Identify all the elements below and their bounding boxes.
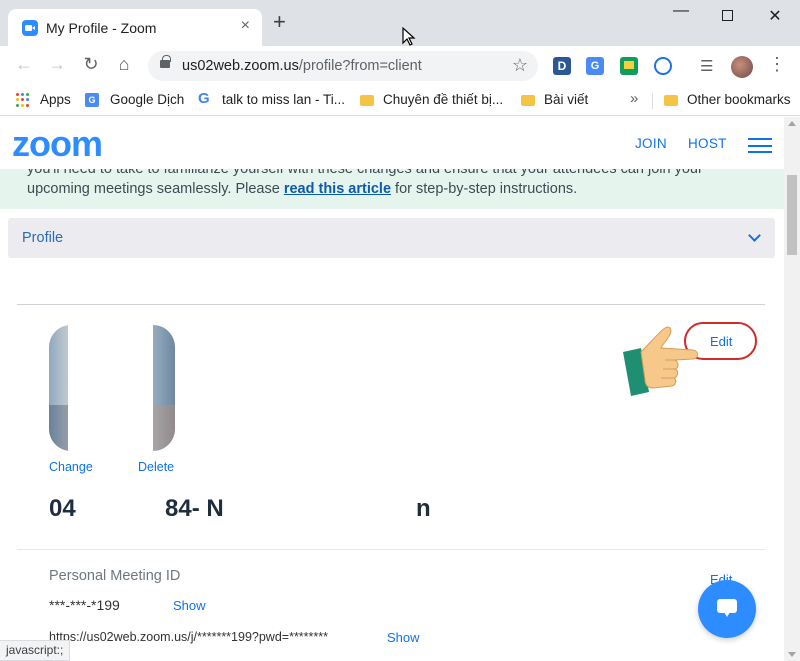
notice-prefix: upcoming meetings seamlessly. Please — [27, 181, 284, 197]
browser-titlebar: My Profile - Zoom × + — ✕ — [0, 0, 800, 46]
personal-meeting-id-label: Personal Meeting ID — [49, 568, 181, 584]
classroom-extension-icon[interactable] — [620, 57, 638, 75]
folder-icon — [360, 95, 374, 106]
bookmark-google-dich[interactable]: Google Dịch — [110, 92, 184, 107]
folder-icon — [521, 95, 535, 106]
maximize-button[interactable] — [704, 6, 750, 26]
browser-toolbar: ← → ↻ ⌂ us02web.zoom.us/profile?from=cli… — [0, 46, 800, 86]
forward-arrow-icon[interactable]: → — [45, 54, 69, 75]
page-scrollbar[interactable] — [784, 117, 800, 661]
browser-tab[interactable]: My Profile - Zoom × — [8, 9, 262, 46]
apps-grid-icon — [16, 93, 30, 107]
google-translate-icon: G — [85, 93, 99, 107]
bookmark-chuyen-de[interactable]: Chuyên đề thiết bị... — [383, 92, 503, 107]
show-meeting-id-link[interactable]: Show — [173, 598, 206, 613]
reload-icon[interactable]: ↻ — [79, 54, 103, 75]
new-tab-button[interactable]: + — [273, 11, 286, 33]
zoom-header: zoom JOIN HOST — [0, 117, 784, 169]
media-control-icon[interactable]: ☰ — [700, 57, 713, 75]
url-path: /profile?from=client — [298, 58, 422, 74]
edit-profile-link[interactable]: Edit — [710, 334, 732, 349]
google-icon: G — [198, 90, 210, 107]
close-window-button[interactable]: ✕ — [752, 6, 798, 26]
host-link[interactable]: HOST — [688, 136, 727, 151]
translate-extension-icon[interactable]: G — [586, 57, 604, 75]
show-meeting-url-link[interactable]: Show — [387, 630, 420, 645]
url-host: us02web.zoom.us — [182, 58, 299, 74]
bookmarks-overflow-button[interactable]: » — [630, 90, 638, 107]
address-bar[interactable]: us02web.zoom.us/profile?from=client ☆ — [148, 51, 538, 81]
mouse-cursor-icon — [402, 27, 416, 46]
url-text[interactable]: us02web.zoom.us/profile?from=client — [182, 58, 422, 74]
bookmarks-divider — [652, 93, 653, 109]
bookmark-star-icon[interactable]: ☆ — [512, 55, 528, 76]
scroll-up-arrow-icon[interactable] — [788, 121, 796, 126]
bookmark-other[interactable]: Other bookmarks — [687, 92, 791, 107]
compass-extension-icon[interactable] — [654, 57, 672, 75]
delete-photo-link[interactable]: Delete — [138, 460, 174, 474]
folder-icon — [664, 95, 678, 106]
profile-section-label: Profile — [22, 230, 64, 246]
web-page: you'll need to take to familiarize yours… — [0, 117, 784, 661]
notice-suffix: for step-by-step instructions. — [391, 181, 578, 197]
status-bar: javascript:; — [0, 640, 71, 661]
join-link[interactable]: JOIN — [635, 136, 667, 151]
scrollbar-thumb[interactable] — [787, 175, 797, 255]
zoom-logo[interactable]: zoom — [12, 123, 103, 165]
photo-redaction — [68, 325, 153, 451]
display-name-part: n — [416, 495, 431, 522]
scroll-down-arrow-icon[interactable] — [788, 652, 796, 657]
tab-title: My Profile - Zoom — [46, 20, 157, 36]
bookmark-apps[interactable]: Apps — [40, 92, 71, 107]
extension-d-icon[interactable]: D — [553, 57, 571, 75]
home-icon[interactable]: ⌂ — [112, 54, 136, 75]
minimize-button[interactable]: — — [658, 2, 704, 20]
bookmark-talk-to-miss-lan[interactable]: talk to miss lan - Ti... — [222, 92, 345, 107]
maximize-icon — [721, 10, 733, 21]
section-divider — [17, 549, 765, 550]
display-name-part: 04 — [49, 495, 76, 522]
notice-text-line2: upcoming meetings seamlessly. Please rea… — [27, 181, 577, 197]
meeting-url-value: https://us02web.zoom.us/j/*******199?pwd… — [49, 630, 328, 644]
profile-avatar[interactable] — [731, 56, 753, 78]
personal-meeting-id-value: ***-***-*199 — [49, 597, 120, 613]
profile-photo — [49, 325, 175, 451]
browser-menu-icon[interactable]: ⋮ — [768, 54, 786, 75]
lock-icon[interactable] — [160, 55, 171, 68]
bookmarks-bar: Apps G Google Dịch G talk to miss lan - … — [0, 86, 800, 116]
chat-support-button[interactable] — [698, 580, 756, 638]
chevron-down-icon — [748, 229, 761, 242]
profile-section-dropdown[interactable]: Profile — [8, 218, 775, 258]
zoom-favicon-icon — [22, 20, 38, 36]
section-divider — [17, 304, 765, 305]
change-photo-link[interactable]: Change — [49, 460, 93, 474]
display-name-part: 84- N — [165, 495, 224, 522]
hamburger-menu-icon[interactable] — [748, 138, 772, 153]
chat-bubble-icon — [717, 599, 737, 617]
back-arrow-icon[interactable]: ← — [12, 54, 36, 75]
read-article-link[interactable]: read this article — [284, 181, 391, 197]
bookmark-bai-viet[interactable]: Bài viết — [544, 92, 588, 107]
tab-close-icon[interactable]: × — [241, 17, 250, 35]
pointing-hand-icon — [623, 326, 698, 396]
